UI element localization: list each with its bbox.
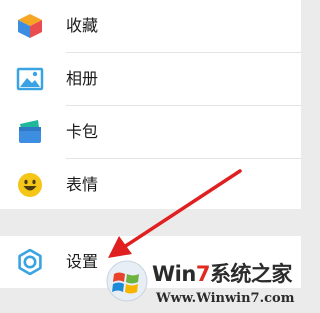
watermark-brand: Win7系统之家	[152, 262, 292, 286]
settings-gear-icon	[16, 248, 44, 276]
menu-item-label: 卡包	[66, 122, 99, 141]
menu-item-emoji[interactable]: 表情	[0, 159, 301, 211]
menu-group-main: 收藏 相册 卡包 表情	[0, 0, 301, 209]
menu-item-label: 收藏	[66, 16, 99, 35]
menu-item-label: 表情	[66, 175, 99, 194]
card-wallet-icon	[16, 119, 44, 145]
menu-item-label: 设置	[66, 252, 99, 271]
watermark-url: Www.Winwin7.com	[156, 291, 295, 306]
menu-item-label: 相册	[66, 69, 99, 88]
menu-item-card-wallet[interactable]: 卡包	[0, 106, 301, 158]
menu-item-favorites[interactable]: 收藏	[0, 0, 301, 52]
emoji-smiley-icon	[16, 172, 44, 198]
windows-logo-icon	[106, 260, 148, 302]
album-picture-icon	[16, 66, 44, 92]
watermark: Win7系统之家 Www.Winwin7.com	[100, 250, 301, 313]
menu-item-album[interactable]: 相册	[0, 53, 301, 105]
favorites-cube-icon	[16, 13, 44, 39]
